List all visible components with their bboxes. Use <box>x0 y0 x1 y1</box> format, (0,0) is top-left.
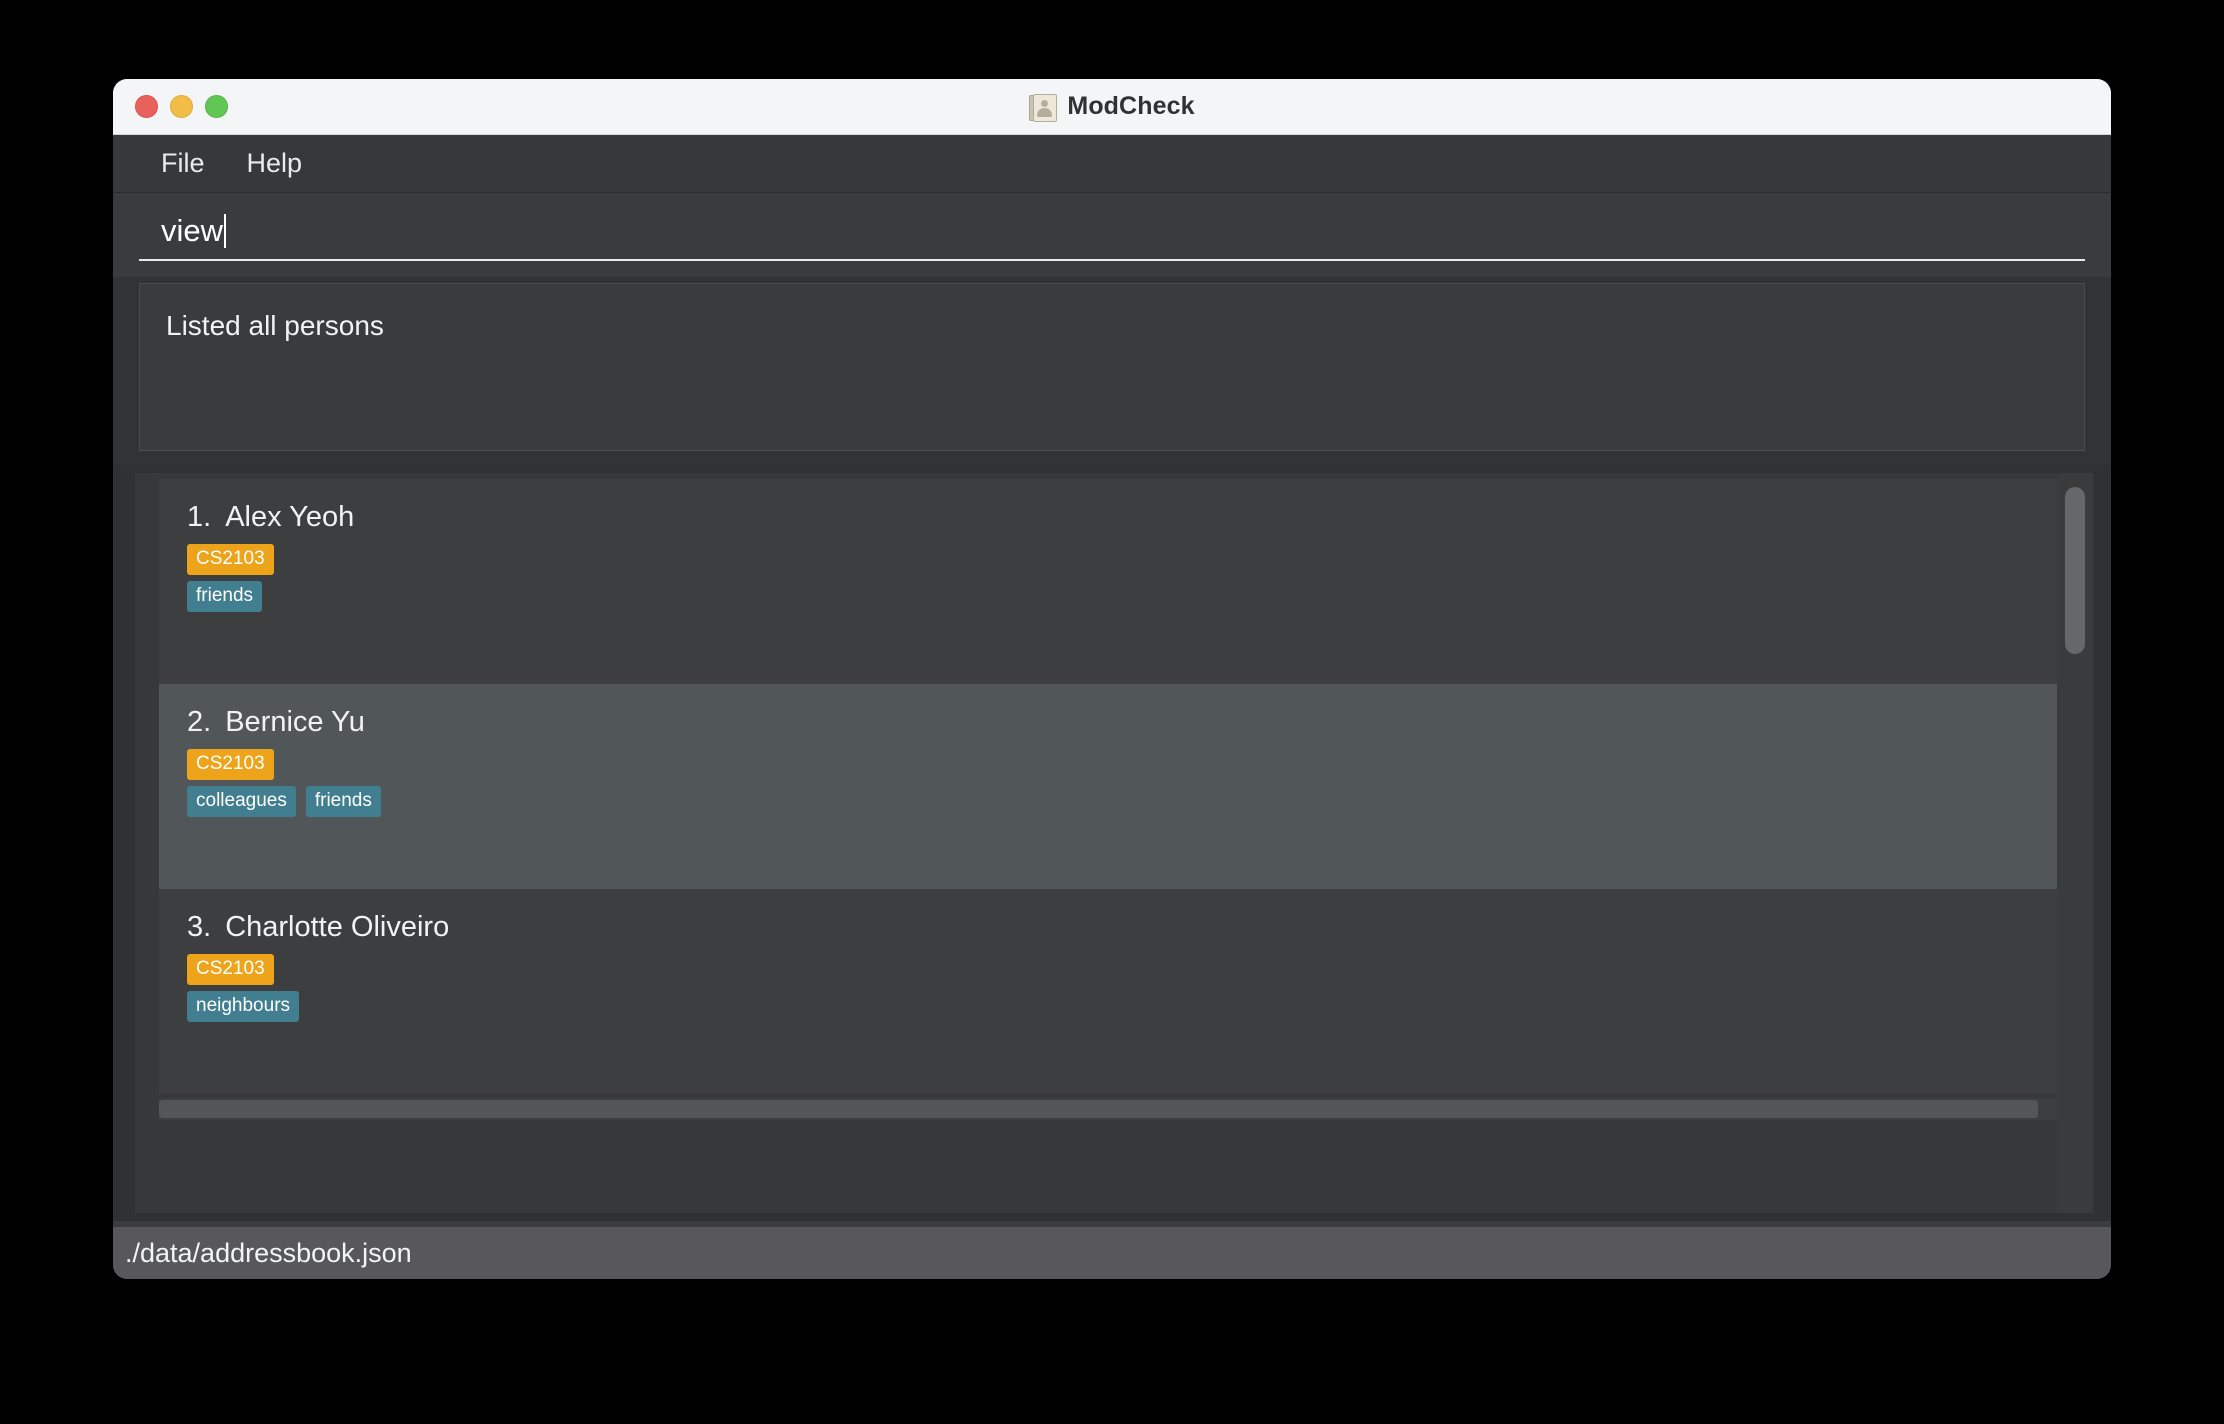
menu-bar: File Help <box>113 135 2111 193</box>
person-name: Bernice Yu <box>225 706 365 738</box>
module-tag[interactable]: CS2103 <box>187 954 274 985</box>
person-header: 3. Charlotte Oliveiro <box>187 911 2057 944</box>
person-tag[interactable]: neighbours <box>187 990 300 1022</box>
module-tag-row: CS2103 <box>187 544 2057 575</box>
menu-item-file[interactable]: File <box>147 144 219 183</box>
module-tag[interactable]: CS2103 <box>187 544 274 575</box>
command-input-value: view <box>161 213 224 248</box>
result-region: Listed all persons <box>113 277 2111 465</box>
close-window-button[interactable] <box>135 95 158 118</box>
person-header: 1. Alex Yeoh <box>187 501 2057 534</box>
save-location-status: ./data/addressbook.json <box>125 1237 412 1268</box>
horizontal-scrollbar[interactable] <box>159 1098 2057 1120</box>
list-item[interactable]: 3. Charlotte Oliveiro CS2103 neighbours <box>159 889 2057 1094</box>
person-list[interactable]: 1. Alex Yeoh CS2103 friends 2. Bernice Y… <box>135 473 2057 1213</box>
minimize-window-button[interactable] <box>170 95 193 118</box>
person-index: 1. <box>187 501 212 533</box>
person-tag-row: friends <box>187 580 2057 612</box>
result-display-box: Listed all persons <box>139 283 2085 451</box>
title-center-group: ModCheck <box>113 92 2111 122</box>
person-tag-row: neighbours <box>187 990 2057 1022</box>
module-tag-row: CS2103 <box>187 954 2057 985</box>
horizontal-scrollbar-thumb[interactable] <box>159 1100 2039 1118</box>
person-header: 2. Bernice Yu <box>187 706 2057 739</box>
module-tag[interactable]: CS2103 <box>187 749 274 780</box>
person-list-container: 1. Alex Yeoh CS2103 friends 2. Bernice Y… <box>135 473 2093 1213</box>
window-controls <box>135 79 228 134</box>
person-tag[interactable]: colleagues <box>187 785 296 817</box>
text-caret <box>224 214 227 248</box>
person-list-region: 1. Alex Yeoh CS2103 friends 2. Bernice Y… <box>113 465 2111 1221</box>
list-item[interactable]: 1. Alex Yeoh CS2103 friends <box>159 479 2057 684</box>
vertical-scrollbar[interactable] <box>2057 473 2093 1213</box>
person-tag[interactable]: friends <box>305 785 381 817</box>
person-name: Alex Yeoh <box>225 501 355 533</box>
person-index: 2. <box>187 706 212 738</box>
person-index: 3. <box>187 911 212 943</box>
person-tag-row: colleagues friends <box>187 785 2057 817</box>
person-name: Charlotte Oliveiro <box>225 911 450 943</box>
result-message: Listed all persons <box>166 310 384 341</box>
command-region: view <box>113 193 2111 277</box>
window-title: ModCheck <box>1067 92 1195 120</box>
title-bar: ModCheck <box>113 79 2111 135</box>
module-tag-row: CS2103 <box>187 749 2057 780</box>
status-bar: ./data/addressbook.json <box>113 1227 2111 1279</box>
command-input[interactable]: view <box>139 213 2085 261</box>
maximize-window-button[interactable] <box>205 95 228 118</box>
list-item[interactable]: 2. Bernice Yu CS2103 colleagues friends <box>159 684 2057 889</box>
address-book-person-icon <box>1029 93 1058 122</box>
menu-item-help[interactable]: Help <box>233 144 317 183</box>
person-tag[interactable]: friends <box>187 580 263 612</box>
application-window: ModCheck File Help view Listed all perso… <box>113 79 2111 1279</box>
vertical-scrollbar-thumb[interactable] <box>2065 487 2085 654</box>
